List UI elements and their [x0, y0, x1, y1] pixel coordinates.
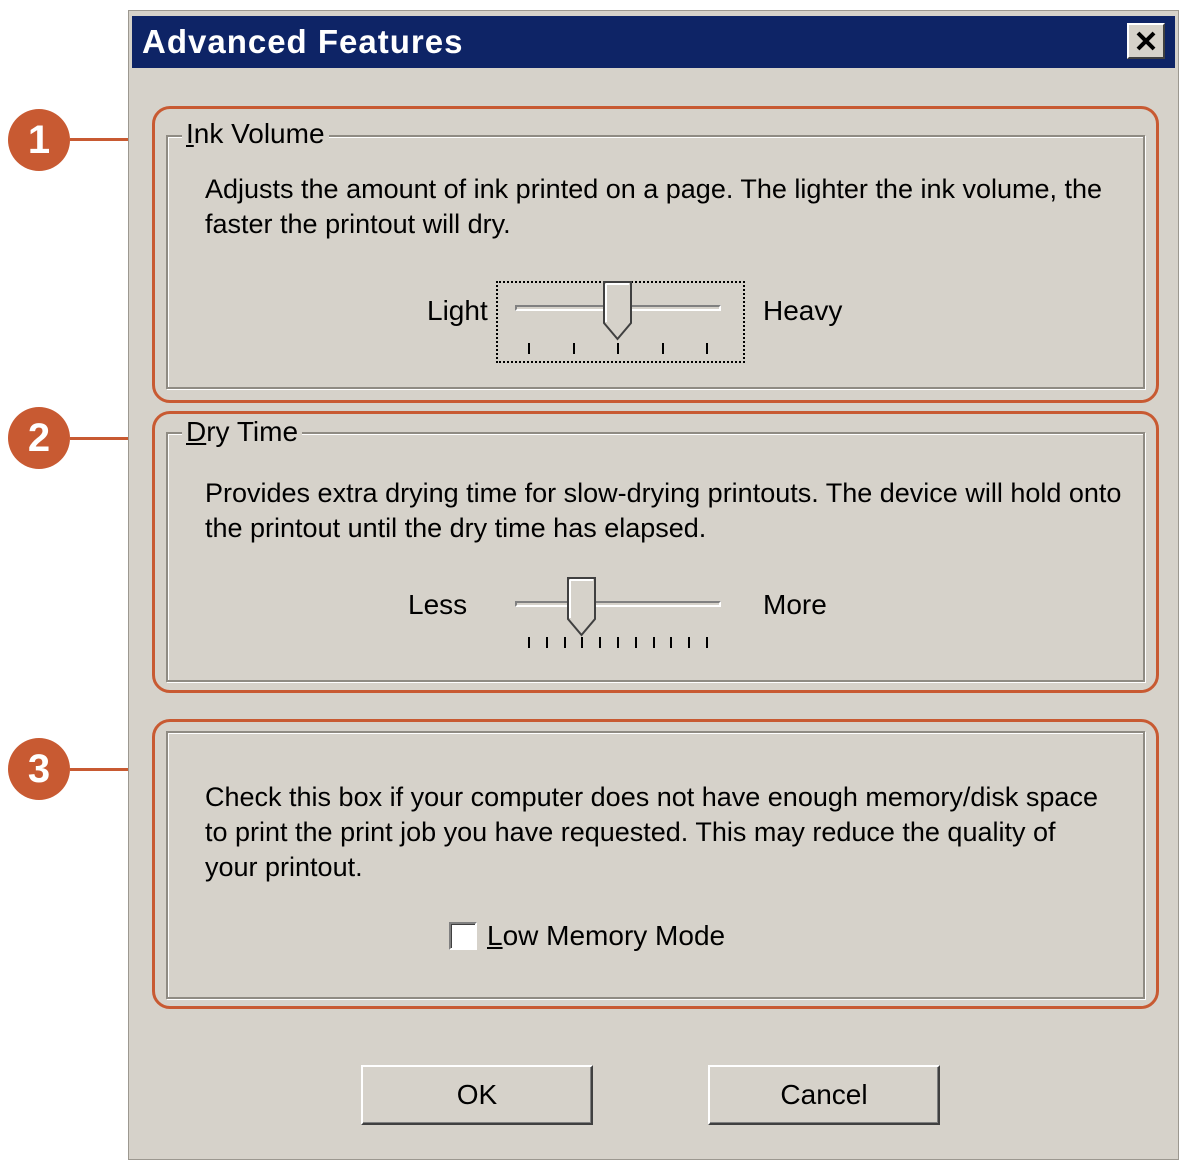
dry-time-slider[interactable] [515, 577, 721, 657]
dry-tick [688, 637, 691, 648]
dry-tick [545, 637, 548, 648]
dry-tick [581, 637, 584, 648]
dry-tick [528, 637, 530, 648]
ink-tick [528, 343, 530, 354]
ink-volume-slider[interactable] [515, 279, 721, 359]
dry-tick [706, 637, 708, 648]
callout-arrow-3 [70, 768, 132, 771]
ink-tick [617, 343, 619, 354]
dry-time-track [515, 601, 721, 607]
dry-time-thumb[interactable] [567, 577, 597, 637]
close-icon [1136, 31, 1156, 51]
dry-time-less-label: Less [408, 589, 468, 620]
ink-tick [572, 343, 575, 354]
title-bar: Advanced Features [132, 16, 1175, 68]
dry-time-group-label: Dry Time [182, 415, 303, 449]
dry-tick [634, 637, 637, 648]
dry-tick [652, 637, 655, 648]
low-memory-checkbox-label[interactable]: Low Memory Mode [487, 919, 725, 953]
window-title: Advanced Features [142, 23, 464, 60]
ink-volume-light-label: Light [427, 295, 488, 326]
ink-volume-thumb[interactable] [603, 281, 633, 341]
dry-tick [599, 637, 602, 648]
callout-arrow-2 [70, 437, 132, 440]
dry-tick [617, 637, 619, 648]
ok-button[interactable]: OK [361, 1065, 593, 1125]
ink-tick [661, 343, 664, 354]
dry-tick [563, 637, 566, 648]
cancel-button[interactable]: Cancel [708, 1065, 940, 1125]
ink-volume-group-label: Ink Volume [182, 117, 329, 151]
advanced-features-dialog: Advanced Features Ink Volume Adjusts the… [128, 10, 1179, 1160]
low-memory-description: Check this box if your computer does not… [205, 782, 1098, 882]
callout-badge-3: 3 [8, 738, 70, 800]
close-button[interactable] [1127, 23, 1165, 59]
ink-tick [706, 343, 708, 354]
callout-badge-1: 1 [8, 109, 70, 171]
dry-time-more-label: More [763, 589, 827, 620]
callout-arrow-1 [70, 138, 132, 141]
callout-badge-2: 2 [8, 407, 70, 469]
ink-volume-description: Adjusts the amount of ink printed on a p… [205, 174, 1103, 239]
dry-tick [670, 637, 673, 648]
low-memory-checkbox[interactable] [449, 922, 477, 950]
dry-time-description: Provides extra drying time for slow-dryi… [205, 478, 1122, 543]
ink-volume-heavy-label: Heavy [763, 295, 843, 326]
